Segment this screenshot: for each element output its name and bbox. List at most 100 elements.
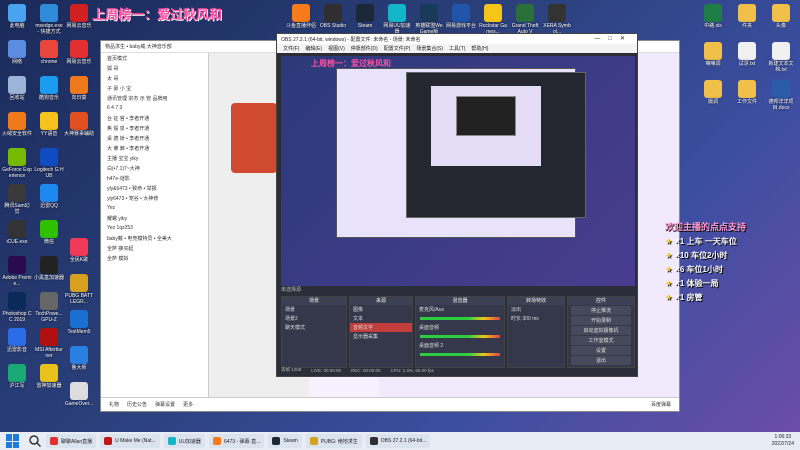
- list-item[interactable]: 焦 骰 泉 • 李者开通: [101, 123, 208, 133]
- desktop-shortcut[interactable]: 网易云音乐: [64, 4, 94, 29]
- bottom-gift-button[interactable]: 礼物: [109, 401, 119, 408]
- desktop-shortcut[interactable]: 微信: [34, 220, 64, 245]
- desktop-shortcut[interactable]: 中路.xls: [698, 4, 728, 29]
- desktop-shortcut[interactable]: 摄调: [698, 80, 728, 105]
- obs-window[interactable]: OBS 27.2.1 (64-bit, windows) - 配置文件: 未命名…: [276, 33, 638, 377]
- desktop-shortcut[interactable]: MSI Afterburner: [34, 328, 64, 359]
- desktop-shortcut[interactable]: 向日葵: [64, 76, 94, 101]
- dock-item[interactable]: 场景2: [282, 314, 346, 323]
- desktop-shortcut[interactable]: 英雄联盟WeGame版: [414, 4, 444, 35]
- desktop-shortcut[interactable]: Rockstar Games...: [478, 4, 508, 35]
- desktop-shortcut[interactable]: 新建文本文档.txt: [766, 42, 796, 73]
- desktop-shortcut[interactable]: 此电脑: [2, 4, 32, 29]
- desktop-shortcut[interactable]: YY语音: [34, 112, 64, 137]
- desktop-shortcut[interactable]: TestMem5: [64, 310, 94, 335]
- desktop-shortcut[interactable]: 沪江写: [2, 364, 32, 389]
- system-clock[interactable]: 1:06:33 2022/7/24: [772, 434, 794, 448]
- volume-meter[interactable]: [420, 317, 500, 320]
- dock-item[interactable]: 图像: [350, 305, 412, 314]
- taskbar-item[interactable]: PUBG: 绝地求生: [305, 434, 362, 448]
- obs-menu-bar[interactable]: 文件(F) 编辑(E) 视图(V) 停靠部件(D) 配置文件(P) 场景集合(S) 工具(T…: [277, 44, 637, 53]
- window-controls[interactable]: —□✕: [594, 35, 633, 42]
- menu-item[interactable]: 工具(T): [449, 45, 465, 52]
- mixer-dock[interactable]: 混音器 麦克风/Aux 桌面音频 桌面音频 2: [415, 296, 505, 368]
- desktop-shortcut[interactable]: 头像: [766, 4, 796, 29]
- desktop-shortcut[interactable]: 大神赛事辅助: [64, 112, 94, 137]
- list-item[interactable]: 白(•7.1)7~大神: [101, 163, 208, 173]
- bottom-danmu-settings-button[interactable]: 弹幕设置: [155, 401, 175, 408]
- desktop-shortcut[interactable]: Grand Theft Auto V: [510, 4, 540, 35]
- dock-item[interactable]: 启动虚拟摄像机: [571, 326, 631, 335]
- dock-item[interactable]: 时长 300 ms: [508, 314, 564, 323]
- transitions-dock[interactable]: 转场特效 淡出 时长 300 ms: [507, 296, 565, 368]
- desktop-shortcut[interactable]: Adobe Premie...: [2, 256, 32, 287]
- taskbar-item[interactable]: UU加速器: [163, 434, 205, 448]
- desktop-shortcut[interactable]: chrome: [34, 40, 64, 65]
- desktop-shortcut[interactable]: 全民K歌: [64, 238, 94, 263]
- list-item[interactable]: 桌 德 娇 • 李者开通: [101, 133, 208, 143]
- desktop-shortcut[interactable]: 网易云音乐: [64, 40, 94, 65]
- sources-dock[interactable]: 来源 图像 文本 音频文字 显示器采集: [349, 296, 413, 368]
- menu-item[interactable]: 文件(F): [283, 45, 299, 52]
- list-item[interactable]: 狐 哥: [101, 63, 208, 73]
- taskbar-item[interactable]: Steam: [268, 434, 302, 448]
- desktop-shortcut[interactable]: 网易UU加速器: [382, 4, 412, 35]
- desktop-shortcut[interactable]: 网络: [2, 40, 32, 65]
- menu-item[interactable]: 编辑(E): [305, 45, 322, 52]
- dock-item[interactable]: 淡出: [508, 305, 564, 314]
- list-item[interactable]: 全萨 薛买起: [101, 243, 208, 253]
- list-item[interactable]: 子 豪 小 宝: [101, 83, 208, 93]
- desktop-shortcut[interactable]: 迅雷QQ: [34, 184, 64, 209]
- volume-meter[interactable]: [420, 335, 500, 338]
- menu-item[interactable]: 配置文件(P): [384, 45, 411, 52]
- menu-item[interactable]: 视图(V): [328, 45, 345, 52]
- list-item[interactable]: Yez 1qz253: [101, 223, 208, 233]
- desktop-shortcut[interactable]: XERA Symbol...: [542, 4, 572, 35]
- desktop-shortcut[interactable]: 工作文件: [732, 80, 762, 105]
- list-item[interactable]: yly&6473 • 致命 • 举报: [101, 183, 208, 193]
- list-item[interactable]: yly6473 • 宠谷 • 大神修: [101, 193, 208, 203]
- menu-item[interactable]: 停靠部件(D): [351, 45, 378, 52]
- dock-item[interactable]: 开始录制: [571, 316, 631, 325]
- taskbar-item[interactable]: 6473 - 弹幕·直...: [208, 434, 265, 448]
- list-item[interactable]: Yez: [101, 203, 208, 213]
- dock-item[interactable]: 场景: [282, 305, 346, 314]
- desktop-shortcut[interactable]: Logitech G HUB: [34, 148, 64, 179]
- desktop-shortcut[interactable]: 试漂.txt: [732, 42, 762, 67]
- list-item[interactable]: 首页模式: [101, 53, 208, 63]
- desktop-shortcut[interactable]: OBS Studio: [318, 4, 348, 29]
- obs-title-bar[interactable]: OBS 27.2.1 (64-bit, windows) - 配置文件: 未命名…: [277, 34, 637, 44]
- desktop-shortcut[interactable]: Photoshop CC 2019: [2, 292, 32, 323]
- member-list[interactable]: 首页模式狐 哥太 哥子 豪 小 宝通讯管理 宗杰 示 管 品牌用 6 4 7 3台…: [101, 53, 209, 397]
- desktop-shortcut[interactable]: 网易游戏平台: [446, 4, 476, 29]
- dock-item[interactable]: 工作室模式: [571, 336, 631, 345]
- desktop-shortcut[interactable]: 腾讯Sam幻觉: [2, 184, 32, 215]
- search-icon[interactable]: [28, 434, 42, 448]
- desktop-shortcut[interactable]: iCUE.exe: [2, 220, 32, 245]
- desktop-shortcut[interactable]: PUBG BATTLEGR...: [64, 274, 94, 305]
- bottom-right-label[interactable]: 百度弹幕: [651, 401, 671, 408]
- desktop-shortcut[interactable]: 回收站: [2, 76, 32, 101]
- desktop-shortcut[interactable]: 德邦洋洋项目.docx: [766, 80, 796, 111]
- taskbar-item[interactable]: OBS 27.2.1 (64-bit...: [365, 434, 431, 448]
- list-item[interactable]: 全萨 模拟: [101, 253, 208, 263]
- taskbar-item[interactable]: U Make Me (Nat...: [100, 434, 160, 448]
- start-button[interactable]: [6, 434, 20, 448]
- dock-item[interactable]: 退出: [571, 356, 631, 365]
- desktop-shortcut[interactable]: GameOver...: [64, 382, 94, 407]
- desktop-shortcut[interactable]: msedge.exe - 快捷方式: [34, 4, 64, 35]
- dock-item[interactable]: 音频文字: [350, 323, 412, 332]
- obs-preview[interactable]: 上周榜一：爱过秋风和: [281, 56, 635, 286]
- dock-item[interactable]: 文本: [350, 314, 412, 323]
- desktop-shortcut[interactable]: 小黑盒加速器: [34, 256, 64, 281]
- desktop-shortcut[interactable]: 雷神加速器: [34, 364, 64, 389]
- list-item[interactable]: 通讯管理 宗杰 示 管 品牌用: [101, 93, 208, 103]
- desktop-shortcut[interactable]: 件夹: [732, 4, 762, 29]
- desktop-shortcut[interactable]: 火绒安全软件: [2, 112, 32, 137]
- list-item[interactable]: 主播 宝宝 yiky: [101, 153, 208, 163]
- list-item[interactable]: 6 4 7 3: [101, 103, 208, 113]
- bottom-notice-button[interactable]: 历史公告: [127, 401, 147, 408]
- desktop-shortcut[interactable]: 鲁大师: [64, 346, 94, 371]
- scenes-dock[interactable]: 场景 场景 场景2 聊天模式: [281, 296, 347, 368]
- list-item[interactable]: 大 佛 廊 • 李者开通: [101, 143, 208, 153]
